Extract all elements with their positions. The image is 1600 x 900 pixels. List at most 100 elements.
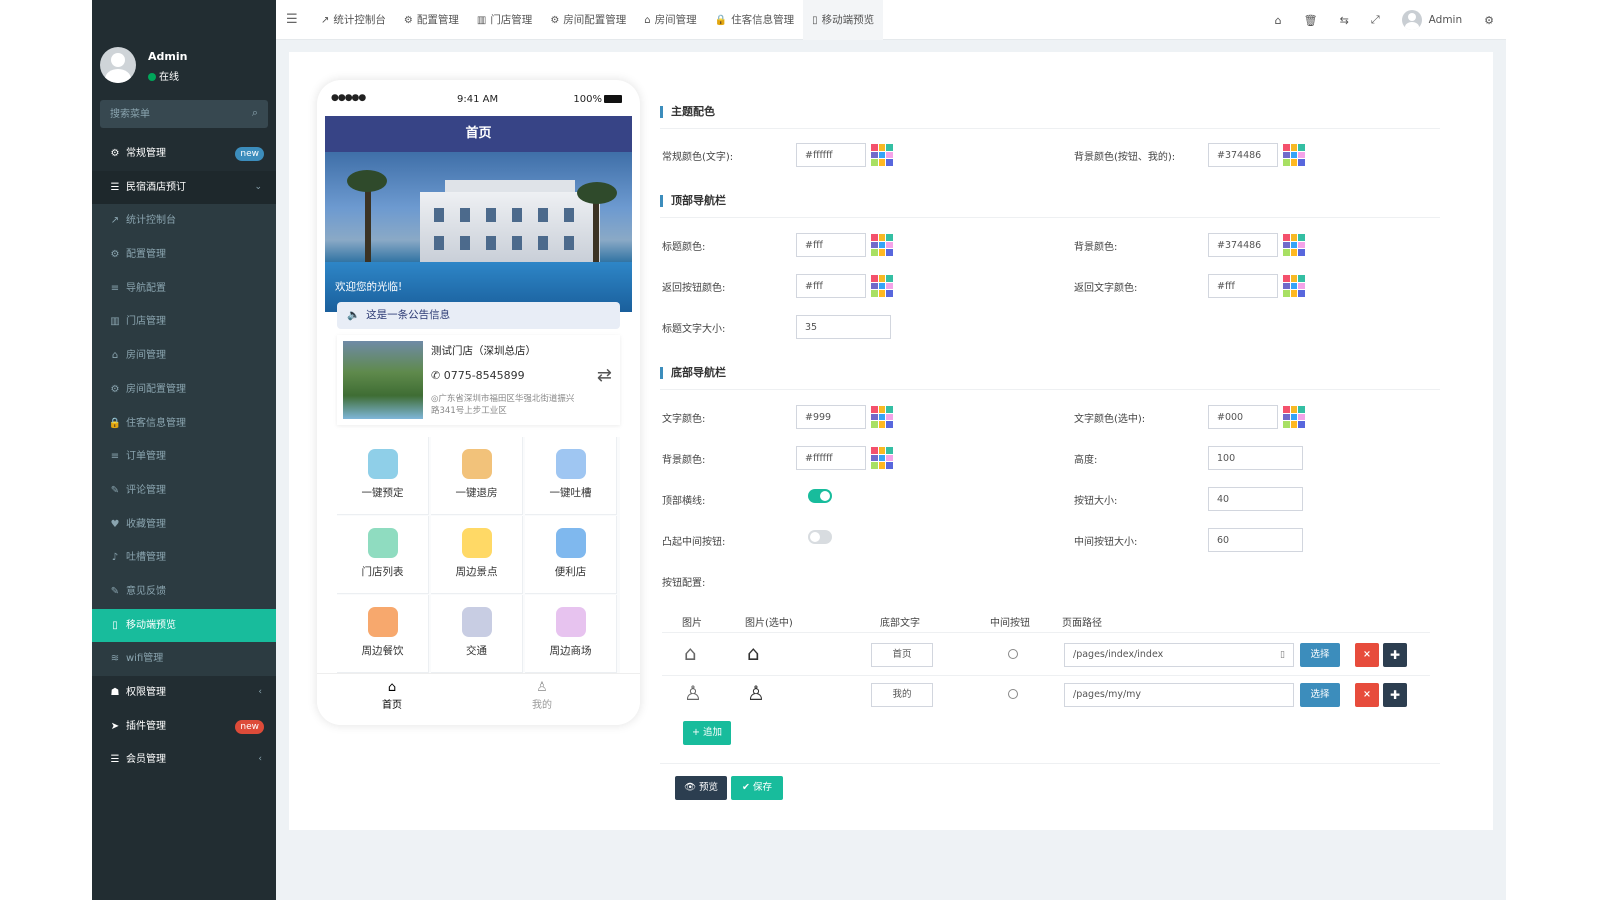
bottom-text-color-input[interactable]: [796, 405, 866, 429]
phone-tab-home[interactable]: ⌂ 首页: [362, 680, 422, 711]
sidebar-item[interactable]: ⚙ 房间配置管理: [92, 372, 276, 407]
feature-tile[interactable]: 一键退房: [431, 437, 523, 515]
user-status: 在线: [148, 68, 179, 83]
sidebar-item[interactable]: ≋ wifi管理: [92, 642, 276, 676]
color-picker-icon[interactable]: [871, 447, 893, 469]
color-picker-icon[interactable]: [1283, 406, 1305, 428]
nav-tab[interactable]: ↗ 统计控制台: [312, 0, 395, 40]
fullscreen-icon[interactable]: ⤢: [1371, 13, 1380, 27]
select-button[interactable]: 选择: [1300, 683, 1340, 707]
sidebar-item[interactable]: ➤ 插件管理 new: [92, 710, 276, 744]
feature-tile[interactable]: 周边景点: [431, 516, 523, 594]
search-icon[interactable]: ⌕: [252, 106, 258, 120]
path-input[interactable]: /pages/index/index ▯: [1064, 643, 1294, 667]
save-button[interactable]: ✔ 保存: [731, 776, 783, 800]
sidebar-item[interactable]: ▯ 移动端预览: [92, 608, 276, 643]
middle-radio[interactable]: [1008, 649, 1018, 659]
nav-tab[interactable]: ⚙ 房间配置管理: [541, 0, 635, 40]
user-outline-icon[interactable]: ♙: [747, 681, 765, 705]
feature-tile[interactable]: 周边餐饮: [337, 595, 429, 673]
select-button[interactable]: 选择: [1300, 643, 1340, 667]
settings-gear-icon[interactable]: ⚙: [1484, 14, 1494, 27]
topnav-title-color-input[interactable]: [796, 233, 866, 257]
remove-button[interactable]: ×: [1355, 643, 1379, 667]
top-line-toggle[interactable]: [808, 489, 832, 503]
sidebar-item[interactable]: ⌂ 房间管理: [92, 339, 276, 373]
path-input[interactable]: /pages/my/my: [1064, 683, 1294, 707]
sidebar-item[interactable]: ▥ 门店管理: [92, 305, 276, 340]
sidebar-item[interactable]: ♪ 吐槽管理: [92, 541, 276, 575]
color-picker-icon[interactable]: [1283, 144, 1305, 166]
tab-text-input[interactable]: 首页: [871, 643, 933, 667]
sidebar-item[interactable]: ♥ 收藏管理: [92, 507, 276, 542]
home-outline-icon[interactable]: ⌂: [684, 641, 697, 665]
nav-tab[interactable]: 🔒 住客信息管理: [706, 0, 803, 40]
sidebar-item-label: 民宿酒店预订: [126, 181, 186, 193]
btn-size-input[interactable]: [1208, 487, 1303, 511]
bottom-active-color-input[interactable]: [1208, 405, 1278, 429]
sidebar-item[interactable]: ↗ 统计控制台: [92, 204, 276, 239]
sidebar-item[interactable]: ≡ 导航配置: [92, 271, 276, 306]
feature-tile[interactable]: 周边商场: [525, 595, 617, 673]
preview-button[interactable]: 👁 预览: [675, 776, 727, 800]
user-outline-icon[interactable]: ♙: [684, 681, 702, 705]
sidebar-item[interactable]: ≡ 订单管理: [92, 440, 276, 474]
feature-tile[interactable]: 一键预定: [337, 437, 429, 515]
menu-toggle-icon[interactable]: ☰: [286, 12, 298, 27]
store-card[interactable]: 测试门店（深圳总店） ✆ 0775-8545899 ◎广东省深圳市福田区华强北街…: [337, 335, 620, 425]
raised-middle-toggle[interactable]: [808, 530, 832, 544]
language-icon[interactable]: ⇆: [1340, 14, 1349, 27]
remove-button[interactable]: ×: [1355, 683, 1379, 707]
trash-icon[interactable]: 🗑: [1304, 14, 1318, 27]
middle-radio[interactable]: [1008, 689, 1018, 699]
sidebar-item-label: 会员管理: [126, 754, 166, 766]
color-picker-icon[interactable]: [871, 144, 893, 166]
color-picker-icon[interactable]: [871, 275, 893, 297]
status-time: 9:41 AM: [457, 94, 499, 105]
back-text-color-input[interactable]: [1208, 274, 1278, 298]
feature-tile[interactable]: 便利店: [525, 516, 617, 594]
nav-tab[interactable]: ⌂ 房间管理: [635, 0, 705, 40]
nav-tab[interactable]: ⚙ 配置管理: [395, 0, 468, 40]
sidebar-search-input[interactable]: [100, 100, 240, 128]
color-picker-icon[interactable]: [871, 234, 893, 256]
drag-button[interactable]: ✚: [1383, 643, 1407, 667]
bank-icon: ▥: [110, 316, 120, 328]
sidebar-item[interactable]: ☗ 权限管理 ‹: [92, 676, 276, 710]
feature-tile[interactable]: 一键吐槽: [525, 437, 617, 515]
nav-tab[interactable]: ▥ 门店管理: [468, 0, 541, 40]
theme-text-color-input[interactable]: [796, 143, 866, 167]
color-picker-icon[interactable]: [1283, 234, 1305, 256]
title-size-input[interactable]: [796, 315, 891, 339]
feature-tile[interactable]: 交通: [431, 595, 523, 673]
sidebar-item[interactable]: ✎ 意见反馈: [92, 574, 276, 609]
feature-tile[interactable]: 门店列表: [337, 516, 429, 594]
drag-button[interactable]: ✚: [1383, 683, 1407, 707]
color-picker-icon[interactable]: [1283, 275, 1305, 297]
battery-label: 100%: [573, 94, 602, 105]
sidebar-item[interactable]: ✎ 评论管理: [92, 473, 276, 508]
home-icon[interactable]: ⌂: [1275, 14, 1282, 27]
notice-bar[interactable]: 🔈 这是一条公告信息: [337, 302, 620, 329]
sidebar-item[interactable]: 🔒 住客信息管理: [92, 406, 276, 441]
tab-text-input[interactable]: 我的: [871, 683, 933, 707]
theme-bg-color-input[interactable]: [1208, 143, 1278, 167]
sidebar-item[interactable]: ☰ 会员管理 ‹: [92, 743, 276, 777]
topnav-bg-color-input[interactable]: [1208, 233, 1278, 257]
home-outline-icon[interactable]: ⌂: [747, 641, 760, 665]
sidebar-item[interactable]: ☰ 民宿酒店预订 ⌄: [92, 170, 276, 205]
bottom-bg-color-input[interactable]: [796, 446, 866, 470]
back-btn-color-input[interactable]: [796, 274, 866, 298]
phone-tab-my[interactable]: ♙ 我的: [512, 680, 572, 711]
middle-btn-size-input[interactable]: [1208, 528, 1303, 552]
sidebar-item[interactable]: ⚙ 常规管理 new: [92, 137, 276, 171]
nav-tab[interactable]: ▯ 移动端预览: [803, 0, 884, 40]
sidebar-item[interactable]: ⚙ 配置管理: [92, 238, 276, 272]
user-menu[interactable]: Admin: [1401, 10, 1462, 30]
add-button[interactable]: + 追加: [683, 721, 731, 745]
height-input[interactable]: [1208, 446, 1303, 470]
switch-store-icon[interactable]: ⇄: [597, 365, 612, 386]
color-picker-icon[interactable]: [871, 406, 893, 428]
gear-icon: ⚙: [110, 383, 120, 395]
window: [460, 208, 470, 222]
